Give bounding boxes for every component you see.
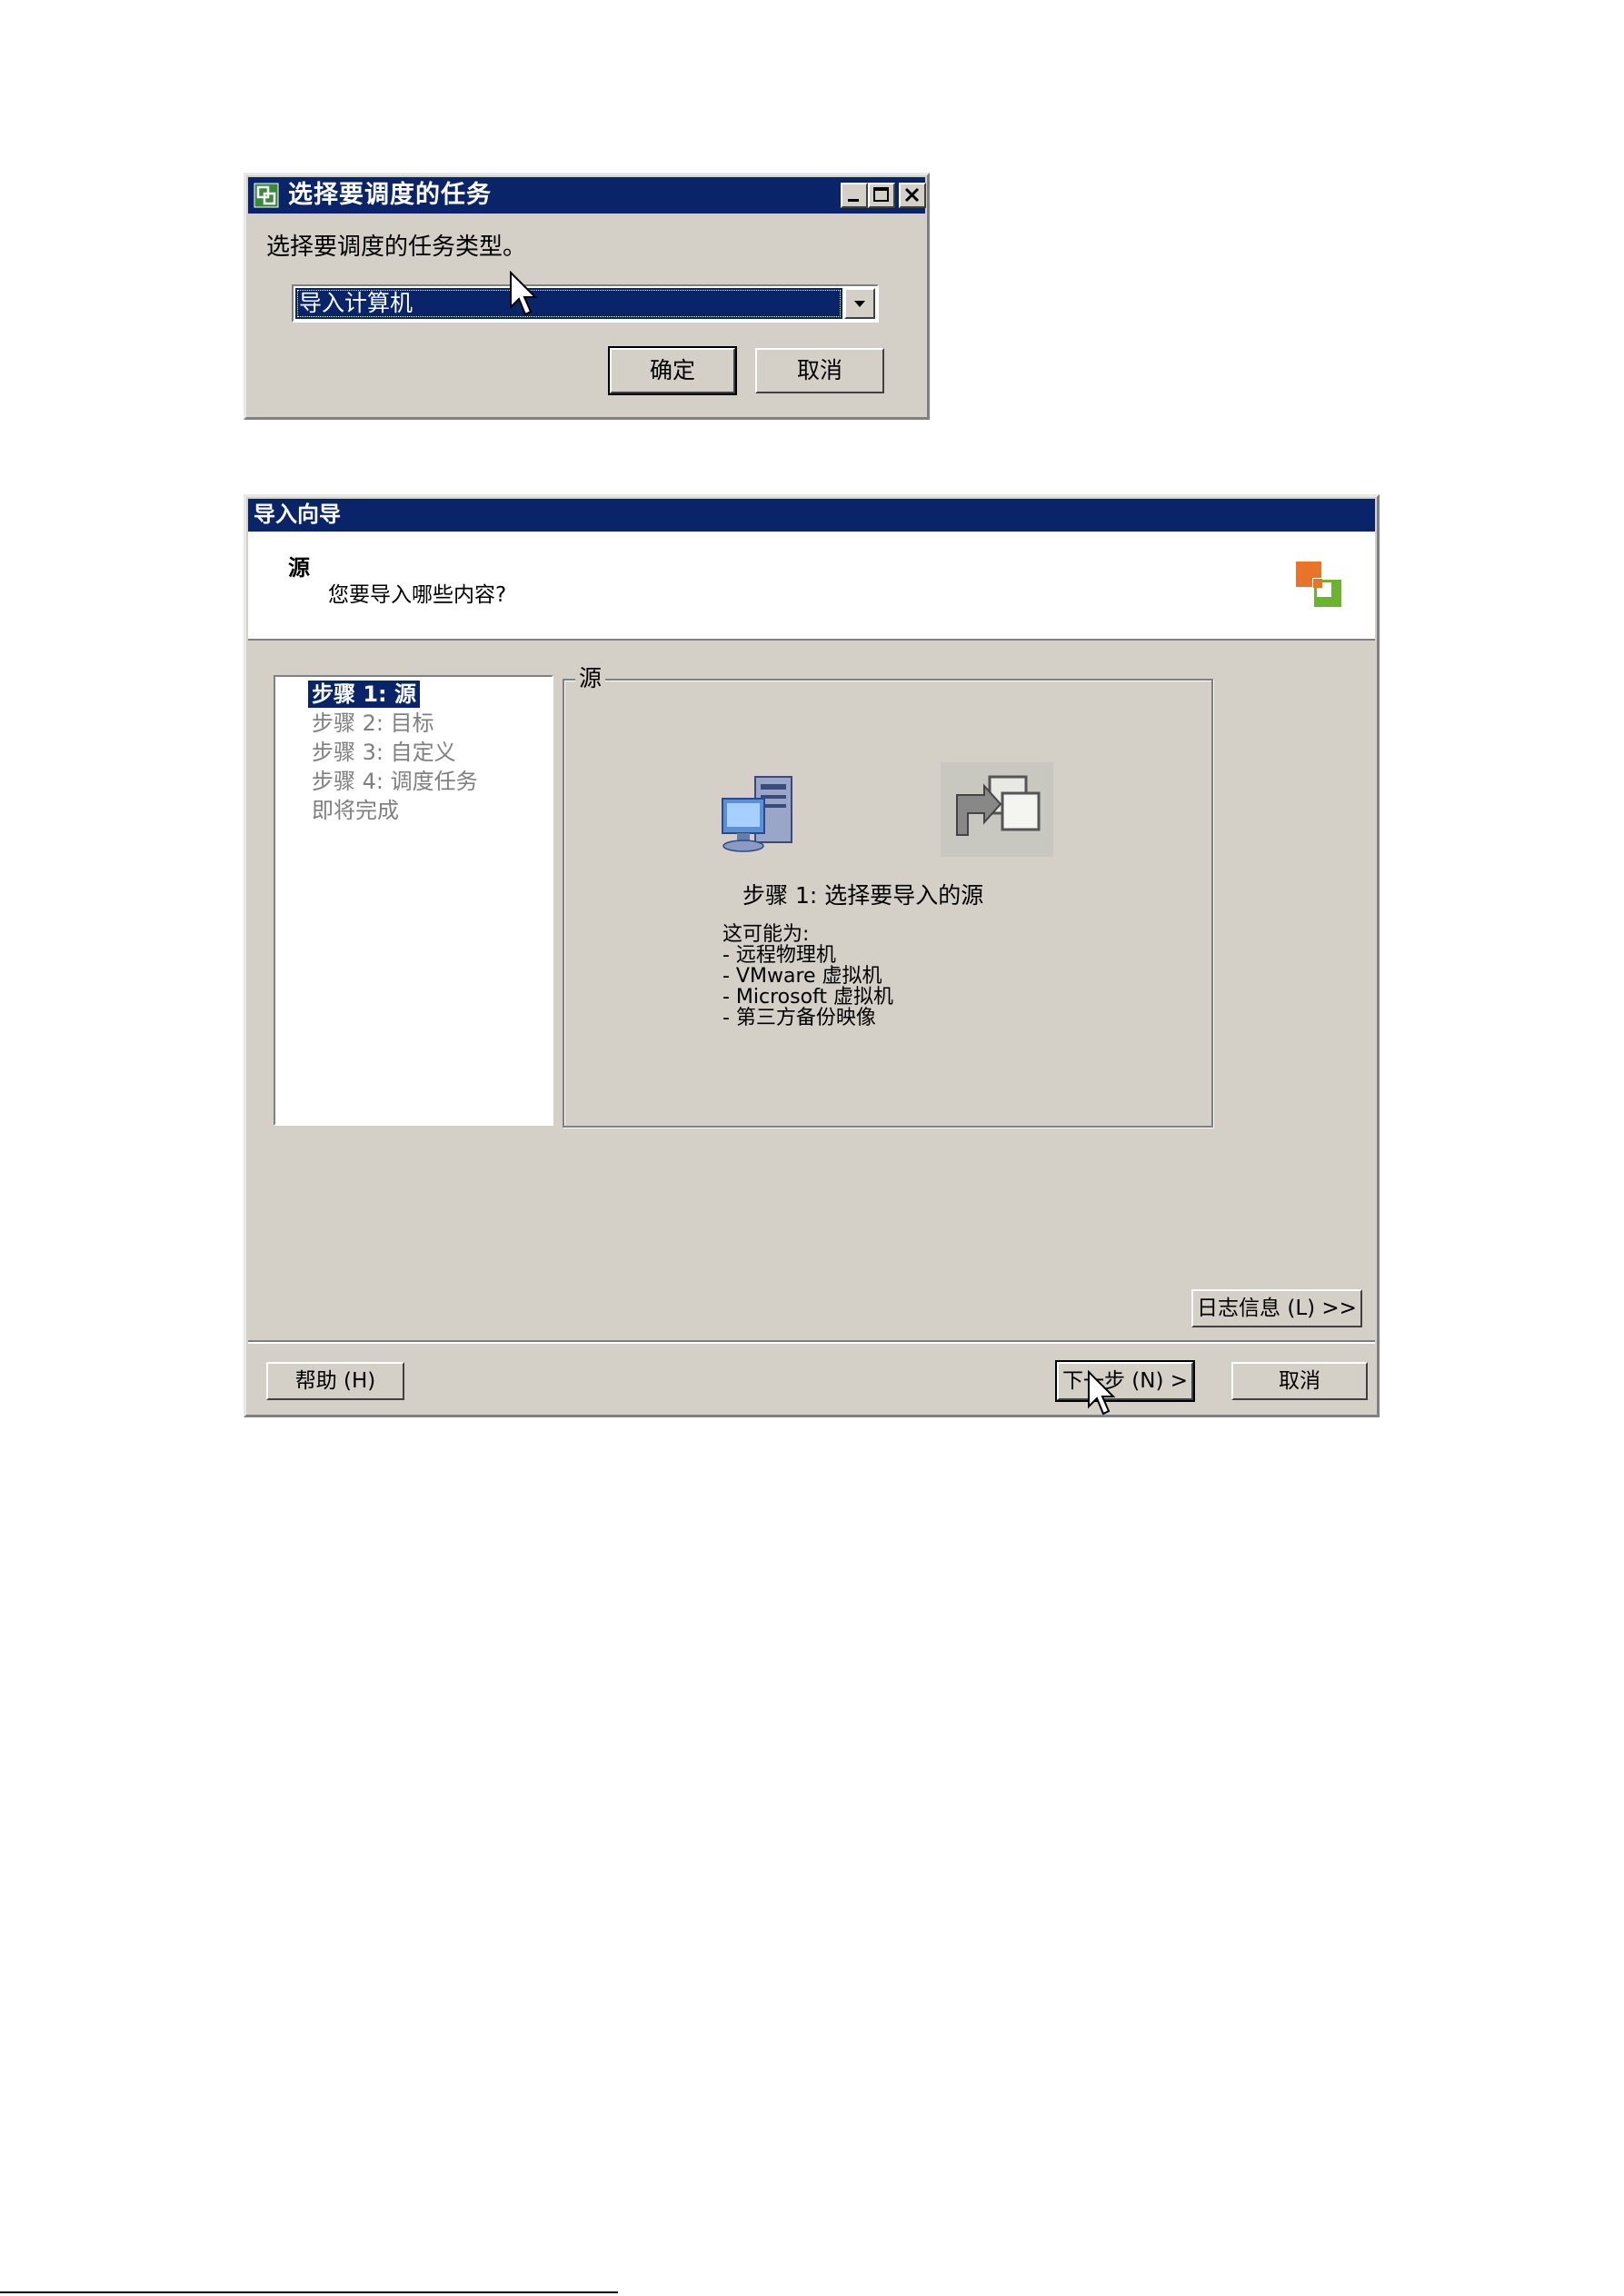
mouse-cursor-icon [1088, 1370, 1116, 1416]
task-type-selected-value[interactable]: 导入计算机 [295, 288, 842, 319]
next-button[interactable]: 下一步 (N) > [1055, 1360, 1195, 1402]
task-dialog-title: 选择要调度的任务 [288, 181, 492, 209]
vmware-logo-icon [1293, 559, 1346, 615]
step-schedule-task[interactable]: 步骤 4: 调度任务 [312, 768, 478, 795]
select-task-dialog: 选择要调度的任务 选择要调度的任务类型。 导入计算机 确定 取消 [244, 173, 930, 420]
note-line: - Microsoft 虚拟机 [722, 986, 894, 1009]
step-description: 步骤 1: 选择要导入的源 [742, 882, 984, 909]
cancel-button[interactable]: 取消 [755, 348, 884, 393]
step-customize[interactable]: 步骤 3: 自定义 [312, 739, 456, 766]
ok-button[interactable]: 确定 [608, 346, 737, 395]
note-line: - 第三方备份映像 [722, 1007, 876, 1029]
note-line: - VMware 虚拟机 [722, 965, 882, 988]
wizard-cancel-button[interactable]: 取消 [1231, 1362, 1368, 1400]
source-group-box: 源 步骤 1: 选择要导入的源 这可能为: - 远程物理机 - VMware 虚… [563, 666, 1213, 1128]
computer-icon [717, 771, 808, 862]
wizard-title[interactable]: 导入向导 [248, 499, 1375, 532]
minimize-icon[interactable] [841, 183, 868, 208]
vmware-logo-icon [254, 183, 279, 208]
log-info-button[interactable]: 日志信息 (L) >> [1191, 1289, 1362, 1327]
dropdown-arrow-icon[interactable] [844, 288, 875, 319]
close-icon[interactable] [899, 183, 926, 208]
step-ready-to-complete[interactable]: 即将完成 [312, 797, 399, 824]
mouse-cursor-icon [510, 271, 538, 316]
source-types-note: 这可能为: - 远程物理机 - VMware 虚拟机 - Microsoft 虚… [722, 924, 893, 1029]
wizard-header-title: 源 [288, 555, 310, 581]
footer-separator [248, 1340, 1375, 1344]
note-line: - 远程物理机 [722, 944, 836, 967]
page-bottom-rule [0, 2291, 618, 2293]
note-line: 这可能为: [722, 923, 810, 946]
import-wizard-dialog: 导入向导 源 您要导入哪些内容? 步骤 1: 源 步骤 2: 目标 步骤 3: … [244, 494, 1380, 1417]
step-source[interactable]: 步骤 1: 源 [308, 681, 421, 708]
import-icon [941, 762, 1053, 860]
step-destination[interactable]: 步骤 2: 目标 [312, 710, 434, 737]
task-type-select[interactable]: 导入计算机 [292, 284, 879, 323]
wizard-header-subtitle: 您要导入哪些内容? [328, 583, 507, 607]
task-type-prompt: 选择要调度的任务类型。 [266, 234, 527, 261]
wizard-header: 源 您要导入哪些内容? [248, 532, 1375, 641]
wizard-steps-list: 步骤 1: 源 步骤 2: 目标 步骤 3: 自定义 步骤 4: 调度任务 即将… [274, 675, 553, 1126]
source-group-title: 源 [575, 666, 606, 691]
task-dialog-titlebar[interactable]: 选择要调度的任务 [248, 177, 926, 214]
help-button[interactable]: 帮助 (H) [266, 1362, 404, 1400]
maximize-icon[interactable] [868, 183, 895, 208]
